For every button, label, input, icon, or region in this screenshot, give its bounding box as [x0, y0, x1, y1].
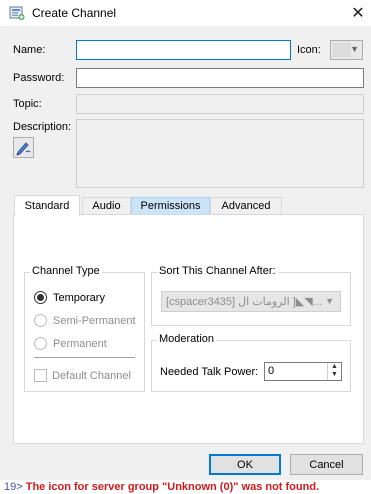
name-input[interactable] [76, 40, 291, 60]
radio-permanent[interactable] [34, 337, 47, 350]
chevron-down-icon: ▼ [350, 44, 359, 54]
window-title: Create Channel [32, 6, 117, 20]
divider [34, 357, 135, 358]
spin-down-icon[interactable]: ▼ [328, 371, 341, 379]
background-log-line: 19> The icon for server group "Unknown (… [0, 480, 371, 494]
tab-permissions[interactable]: Permissions [131, 197, 210, 215]
close-button[interactable]: ✕ [345, 0, 371, 26]
edit-description-button[interactable] [13, 137, 34, 158]
icon-select[interactable]: ▼ [330, 40, 363, 60]
spin-buttons[interactable]: ▲ ▼ [327, 363, 341, 380]
radio-semi-permanent-label: Semi-Permanent [53, 315, 136, 327]
pencil-icon [16, 142, 31, 156]
talk-power-spinbox[interactable]: 0 ▲ ▼ [264, 362, 342, 381]
close-icon: ✕ [351, 5, 365, 22]
tab-audio[interactable]: Audio [82, 197, 131, 215]
ok-button[interactable]: OK [209, 454, 281, 475]
topic-label: Topic: [13, 98, 42, 110]
icon-label: Icon: [297, 44, 321, 56]
talk-power-value: 0 [268, 365, 275, 377]
title-bar: Create Channel ✕ [0, 0, 371, 26]
icon-preview [333, 43, 351, 57]
name-label: Name: [13, 44, 46, 56]
log-message: The icon for server group "Unknown (0)" … [25, 481, 320, 493]
moderation-title: Moderation [157, 333, 217, 345]
sort-after-select[interactable]: [cspacer3435] ﻿﻿﻿﻿الرومات ال ]◣◥... ▼ [161, 291, 341, 312]
default-channel-checkbox[interactable] [34, 369, 47, 382]
spin-up-icon[interactable]: ▲ [328, 363, 341, 371]
sort-title: Sort This Channel After: [157, 265, 278, 277]
talk-power-label: Needed Talk Power: [160, 366, 259, 378]
tab-advanced[interactable]: Advanced [210, 197, 282, 215]
description-label: Description: [13, 121, 72, 133]
radio-temporary-label: Temporary [53, 292, 105, 304]
radio-permanent-label: Permanent [53, 338, 107, 350]
app-icon [9, 5, 25, 21]
cancel-button[interactable]: Cancel [290, 454, 363, 475]
channel-type-title: Channel Type [30, 265, 102, 277]
log-prefix: 19> [4, 481, 23, 493]
password-input[interactable] [76, 68, 364, 88]
chevron-down-icon: ▼ [325, 296, 334, 306]
description-preview[interactable] [76, 119, 364, 188]
radio-temporary[interactable] [34, 291, 47, 304]
password-label: Password: [13, 72, 65, 84]
radio-semi-permanent[interactable] [34, 314, 47, 327]
sort-after-value: [cspacer3435] ﻿﻿﻿﻿الرومات ال ]◣◥... [166, 296, 322, 308]
tab-standard[interactable]: Standard [14, 195, 80, 216]
default-channel-label: Default Channel [52, 370, 131, 382]
topic-input[interactable] [76, 94, 364, 114]
